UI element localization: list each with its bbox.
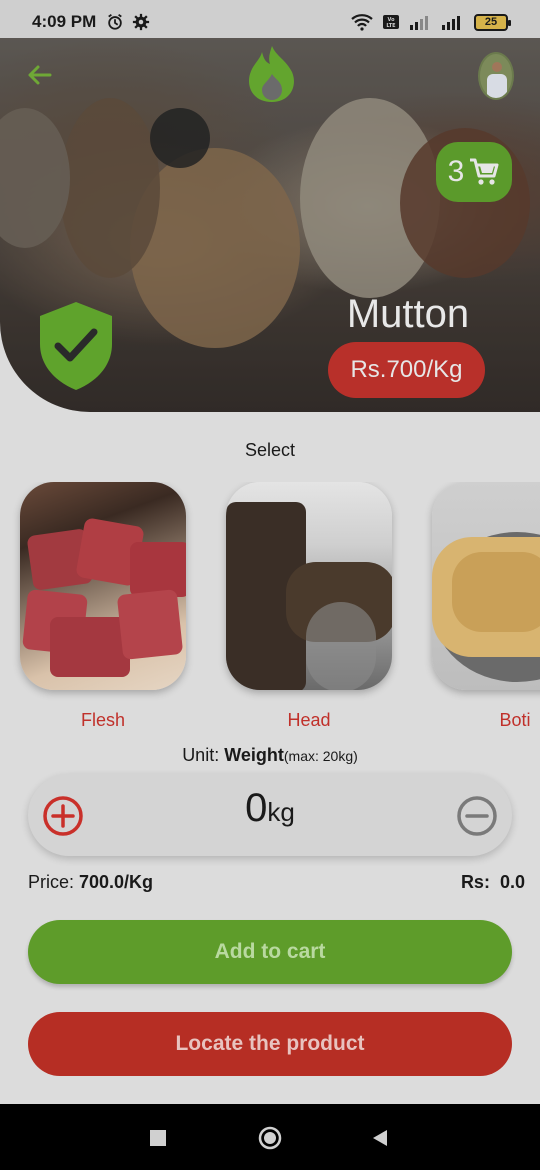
quantity-display: 0kg <box>28 786 512 831</box>
verified-shield-icon <box>40 302 112 390</box>
quantity-value: 0 <box>245 786 268 830</box>
total-label: Rs: <box>460 872 490 892</box>
battery-icon: 25 <box>474 13 511 31</box>
part-name: Boti <box>499 710 531 730</box>
add-to-cart-button[interactable]: Add to cart <box>28 920 512 984</box>
locate-product-label: Locate the product <box>175 1032 365 1055</box>
unit-max: (max: 20kg) <box>283 748 358 764</box>
select-label: Select <box>244 440 296 460</box>
price-value: 700.0/Kg <box>79 872 154 892</box>
back-button-icon[interactable] <box>372 1130 388 1146</box>
recents-button-icon[interactable] <box>150 1130 166 1146</box>
avatar-shirt <box>487 74 507 98</box>
cart-icon <box>470 158 499 185</box>
part-image-head <box>226 482 392 690</box>
add-to-cart-label: Add to cart <box>214 940 326 963</box>
system-nav-bar <box>0 1104 540 1170</box>
part-card-boti[interactable]: Boti <box>432 482 540 731</box>
part-card-flesh[interactable]: Flesh <box>20 482 186 731</box>
wifi-icon <box>351 14 373 31</box>
cart-button[interactable]: 3 <box>436 142 512 202</box>
price-label: Price: <box>28 872 80 892</box>
cart-count: 3 <box>447 155 465 188</box>
gear-icon <box>133 13 150 31</box>
total-row: Rs: 0.0 <box>461 872 525 893</box>
product-price: Rs.700/Kg <box>350 356 463 383</box>
decrease-quantity-button[interactable] <box>456 795 498 837</box>
flame-logo-icon <box>248 46 294 102</box>
part-image-boti <box>432 482 540 690</box>
total-value: 0.0 <box>499 872 525 892</box>
quantity-stepper: 0kg <box>28 774 512 856</box>
status-time: 4:09 PM <box>32 12 97 31</box>
unit-prefix: Unit: <box>182 745 225 765</box>
part-name: Head <box>287 710 331 730</box>
product-name: Mutton <box>346 292 470 336</box>
signal-icon-2 <box>442 16 460 30</box>
product-price-badge: Rs.700/Kg <box>328 342 485 398</box>
battery-level: 25 <box>484 16 498 28</box>
parts-carousel[interactable]: Flesh Head Boti <box>0 482 540 742</box>
avatar[interactable] <box>478 52 514 100</box>
signal-icon <box>410 16 428 30</box>
svg-text:LTE: LTE <box>386 23 396 29</box>
part-image-flesh <box>20 482 186 690</box>
volte-icon: Vo LTE <box>383 15 399 29</box>
unit-line: Unit: Weight(max: 20kg) <box>0 745 540 766</box>
unit-type: Weight <box>224 745 284 765</box>
quantity-unit: kg <box>267 797 295 827</box>
part-card-head[interactable]: Head <box>226 482 392 731</box>
locate-product-button[interactable]: Locate the product <box>28 1012 512 1076</box>
avatar-head <box>492 62 502 72</box>
home-button-icon[interactable] <box>258 1126 282 1150</box>
back-arrow-icon[interactable] <box>24 60 54 90</box>
alarm-icon <box>108 14 123 30</box>
part-name: Flesh <box>80 710 125 730</box>
price-row: Price: 700.0/Kg Rs: 0.0 <box>28 872 525 893</box>
